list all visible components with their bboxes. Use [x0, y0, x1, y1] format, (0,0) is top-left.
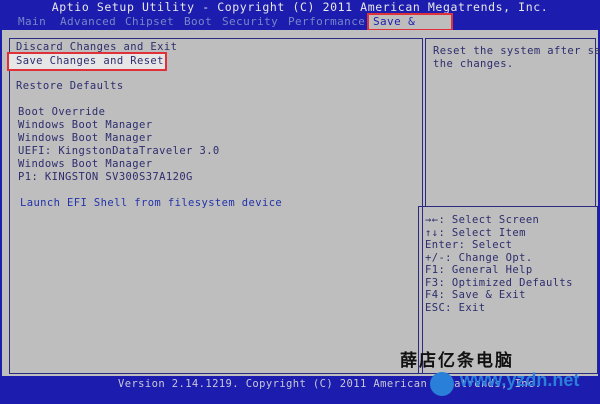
key-help-general-help: F1: General Help: [425, 264, 533, 276]
help-text-line: the changes.: [433, 58, 514, 70]
option-launch-efi-shell[interactable]: Launch EFI Shell from filesystem device: [20, 197, 282, 209]
option-restore-defaults[interactable]: Restore Defaults: [16, 80, 124, 92]
watermark-logo-icon: [430, 372, 454, 396]
key-help-select-screen: →←: Select Screen: [425, 214, 540, 226]
option-save-reset[interactable]: Save Changes and Reset: [16, 55, 164, 67]
help-text-line: Reset the system after sa: [433, 45, 600, 57]
bios-title: Aptio Setup Utility - Copyright (C) 2011…: [51, 0, 549, 14]
tab-chipset[interactable]: Chipset: [125, 14, 174, 30]
key-help-save-exit: F4: Save & Exit: [425, 289, 526, 301]
boot-option[interactable]: Windows Boot Manager: [18, 158, 152, 170]
option-discard-exit[interactable]: Discard Changes and Exit: [16, 41, 177, 53]
key-help-optimized-defaults: F3: Optimized Defaults: [425, 277, 573, 289]
key-help-esc-exit: ESC: Exit: [425, 302, 486, 314]
tab-boot[interactable]: Boot: [184, 14, 212, 30]
boot-override-label: Boot Override: [18, 106, 106, 118]
tab-security[interactable]: Security: [222, 14, 278, 30]
boot-option[interactable]: P1: KINGSTON SV300S37A120G: [18, 171, 193, 183]
boot-option[interactable]: Windows Boot Manager: [18, 132, 152, 144]
boot-option[interactable]: Windows Boot Manager: [18, 119, 152, 131]
key-help-enter: Enter: Select: [425, 239, 513, 251]
key-help-select-item: ↑↓: Select Item: [425, 227, 526, 239]
watermark-url: www.yzdn.net: [460, 370, 580, 390]
tab-main[interactable]: Main: [18, 14, 46, 30]
tab-save-exit[interactable]: Save & Exit: [367, 13, 453, 44]
key-help-change-opt: +/-: Change Opt.: [425, 252, 533, 264]
watermark-title: 薛店亿条电脑: [400, 351, 514, 371]
boot-option[interactable]: UEFI: KingstonDataTraveler 3.0: [18, 145, 220, 157]
tab-advanced[interactable]: Advanced: [60, 14, 116, 30]
menu-bar: Main Advanced Chipset Boot Security Perf…: [0, 13, 600, 44]
tab-performance[interactable]: Performance: [288, 14, 365, 30]
